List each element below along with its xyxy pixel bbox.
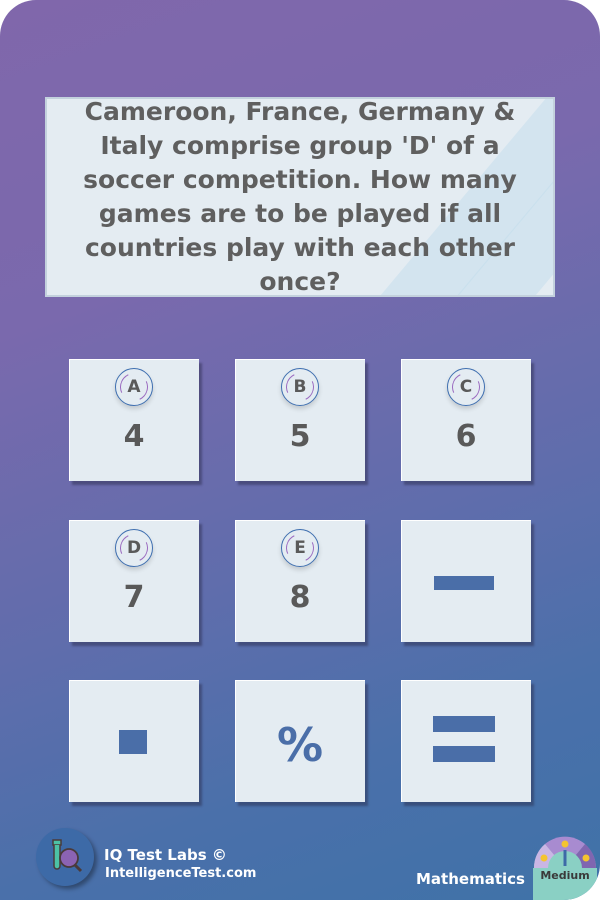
option-letter-badge: D bbox=[115, 529, 153, 567]
option-letter-badge: C bbox=[447, 368, 485, 406]
quiz-card: Cameroon, France, Germany & Italy compri… bbox=[0, 0, 600, 900]
test-tube-magnifier-icon bbox=[52, 839, 83, 873]
brand-name: IQ Test Labs © bbox=[104, 846, 227, 864]
option-letter-badge: A bbox=[115, 368, 153, 406]
option-a-button[interactable]: A 4 bbox=[69, 359, 199, 481]
equals-key-button[interactable] bbox=[401, 680, 531, 802]
option-letter: E bbox=[294, 538, 306, 558]
dot-key-button[interactable] bbox=[69, 680, 199, 802]
option-e-button[interactable]: E 8 bbox=[235, 520, 365, 642]
percent-key-button[interactable]: % bbox=[235, 680, 365, 802]
option-value: 5 bbox=[289, 419, 311, 454]
option-letter: C bbox=[459, 377, 473, 397]
difficulty-label: Medium bbox=[540, 869, 590, 882]
option-value: 7 bbox=[123, 580, 145, 615]
difficulty-gauge: Medium bbox=[533, 836, 597, 900]
percent-icon: % bbox=[276, 718, 324, 772]
equals-icon bbox=[433, 716, 495, 732]
question-text: Cameroon, France, Germany & Italy compri… bbox=[83, 97, 517, 296]
option-letter-badge: E bbox=[281, 529, 319, 567]
option-c-button[interactable]: C 6 bbox=[401, 359, 531, 481]
minus-key-button[interactable] bbox=[401, 520, 531, 642]
category-label: Mathematics bbox=[416, 870, 525, 888]
square-dot-icon bbox=[119, 730, 147, 754]
option-letter: D bbox=[126, 538, 142, 558]
option-letter: B bbox=[293, 377, 307, 397]
option-b-button[interactable]: B 5 bbox=[235, 359, 365, 481]
option-value: 6 bbox=[455, 419, 477, 454]
minus-icon bbox=[434, 576, 494, 590]
option-letter: A bbox=[127, 377, 141, 397]
question-panel: Cameroon, France, Germany & Italy compri… bbox=[45, 97, 555, 297]
option-d-button[interactable]: D 7 bbox=[69, 520, 199, 642]
gauge-icon bbox=[533, 836, 597, 900]
option-value: 8 bbox=[289, 580, 311, 615]
option-letter-badge: B bbox=[281, 368, 319, 406]
option-value: 4 bbox=[123, 419, 145, 454]
site-link[interactable]: IntelligenceTest.com bbox=[105, 866, 256, 881]
iq-test-labs-logo bbox=[36, 828, 94, 886]
equals-icon-bar bbox=[433, 746, 495, 762]
